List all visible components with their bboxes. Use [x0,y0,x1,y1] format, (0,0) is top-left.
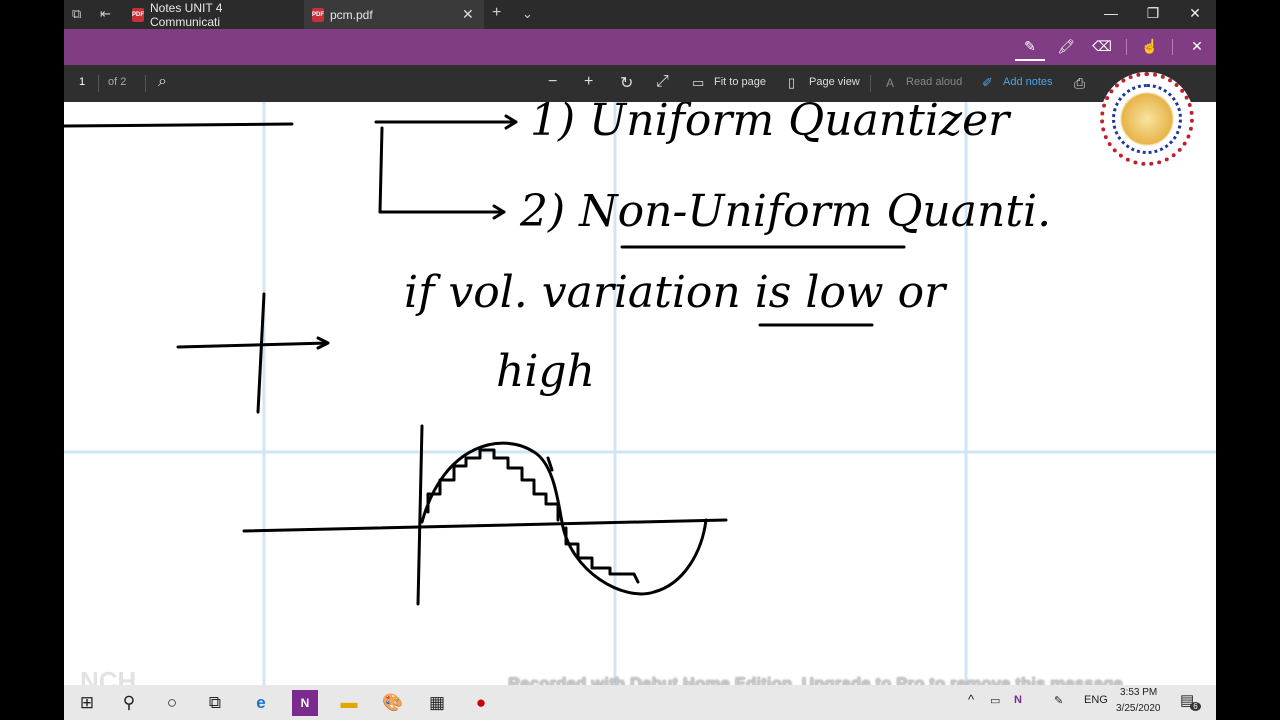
clock-time[interactable]: 3:53 PM [1120,687,1157,698]
tab-pcm-label: pcm.pdf [330,7,373,22]
title-bar: ⧉ ⇤ PDF Notes UNIT 4 Communicati PDF pcm… [64,0,1216,29]
close-window-button[interactable]: ✕ [1180,5,1210,22]
pdf-icon: PDF [132,7,144,22]
active-tool-indicator [1015,59,1045,61]
add-notes-icon: ✐ [982,75,993,90]
tab-notes[interactable]: PDF Notes UNIT 4 Communicati [124,0,302,29]
page-total: of 2 [108,76,127,88]
pen-workspace-icon[interactable]: ✎ [1054,694,1063,707]
clock-date[interactable]: 3/25/2020 [1116,703,1161,714]
handwritten-notes-canvas: 1) Uniform Quantizer 2) Non-Uniform Quan… [64,95,1216,685]
small-axes-sketch [176,292,330,414]
rotate-icon[interactable]: ↻ [620,73,633,93]
logo-emblem [1112,84,1182,154]
voltage-variation-text: if vol. variation is low or [404,267,948,318]
pdf-viewer-window: ⧉ ⇤ PDF Notes UNIT 4 Communicati PDF pcm… [64,0,1216,720]
read-aloud-icon: A [886,76,895,90]
add-notes-button[interactable]: Add notes [1003,76,1053,88]
paint-icon[interactable]: 🎨 [380,690,406,716]
ink-ribbon: ✎ 🖍 ⌫ ☝ ✕ [64,29,1216,65]
university-logo [1100,72,1194,166]
language-indicator[interactable]: ENG [1084,694,1108,706]
onenote-icon[interactable]: N [292,690,318,716]
page-view-icon: ▯ [788,75,796,90]
ribbon-separator [1126,39,1127,55]
notification-count-badge: 6 [1190,702,1201,711]
pdf-page: 1) Uniform Quantizer 2) Non-Uniform Quan… [64,95,1216,685]
new-tab-button[interactable]: + [492,4,501,22]
ballpoint-pen-icon[interactable]: ✎ [1020,38,1040,55]
touch-writing-icon[interactable]: ☝ [1140,38,1160,55]
tab-pcm[interactable]: PDF pcm.pdf [304,0,484,29]
highlighter-icon[interactable]: 🖍 [1056,38,1076,55]
search-icon[interactable]: ⚲ [116,690,142,716]
edge-icon[interactable]: e [248,690,274,716]
read-aloud-button[interactable]: Read aloud [906,76,962,88]
zoom-out-icon[interactable]: − [548,73,557,91]
calculator-icon[interactable]: ▦ [424,690,450,716]
ribbon-separator [1172,39,1173,55]
fit-to-page-button[interactable]: Fit to page [714,76,766,88]
show-hidden-icons-icon[interactable]: ^ [968,692,974,707]
tab-list-button[interactable]: ⌄ [522,6,533,22]
file-explorer-icon[interactable]: ▬ [336,690,362,716]
page-view-button[interactable]: Page view [809,76,860,88]
pdf-toolbar: 1 of 2 ⌕ − + ↻ ⤢ ▭ Fit to page ▯ Page vi… [64,65,1216,102]
windows-taskbar: ⊞ ⚲ ○ ⧉ e N ▬ 🎨 ▦ ● ^ ▭ N ✎ ENG 3:53 PM … [64,685,1216,720]
toolbar-separator [870,75,871,92]
zoom-in-icon[interactable]: + [584,73,593,91]
toolbar-separator [98,75,99,92]
fit-to-page-icon: ▭ [692,75,705,90]
print-icon[interactable]: ⎙ [1074,75,1085,92]
minimize-button[interactable]: — [1096,5,1126,21]
page-number-input[interactable]: 1 [79,76,85,88]
bracket-arrows [64,114,518,220]
maximize-button[interactable]: ❐ [1138,5,1168,22]
battery-icon[interactable]: ▭ [990,694,1000,707]
tab-overview-icon[interactable]: ⧉ [72,6,81,22]
pdf-icon: PDF [312,7,324,22]
set-tabs-aside-icon[interactable]: ⇤ [100,6,111,22]
tab-notes-label: Notes UNIT 4 Communicati [150,0,223,29]
cortana-icon[interactable]: ○ [159,690,185,716]
debut-recorder-icon[interactable]: ● [468,690,494,716]
high-text: high [496,346,595,397]
full-screen-icon[interactable]: ⤢ [656,73,669,91]
toolbar-separator [145,75,146,92]
uniform-quantizer-text: 1) Uniform Quantizer [530,102,1012,146]
non-uniform-quantizer-text: 2) Non-Uniform Quanti. [519,186,1051,237]
close-tab-icon[interactable]: ✕ [462,6,474,23]
close-ink-icon[interactable]: ✕ [1187,38,1207,55]
eraser-icon[interactable]: ⌫ [1092,38,1112,55]
onenote-tray-icon[interactable]: N [1014,694,1022,706]
task-view-icon[interactable]: ⧉ [202,690,228,716]
search-icon[interactable]: ⌕ [158,73,167,91]
start-icon[interactable]: ⊞ [74,690,100,716]
